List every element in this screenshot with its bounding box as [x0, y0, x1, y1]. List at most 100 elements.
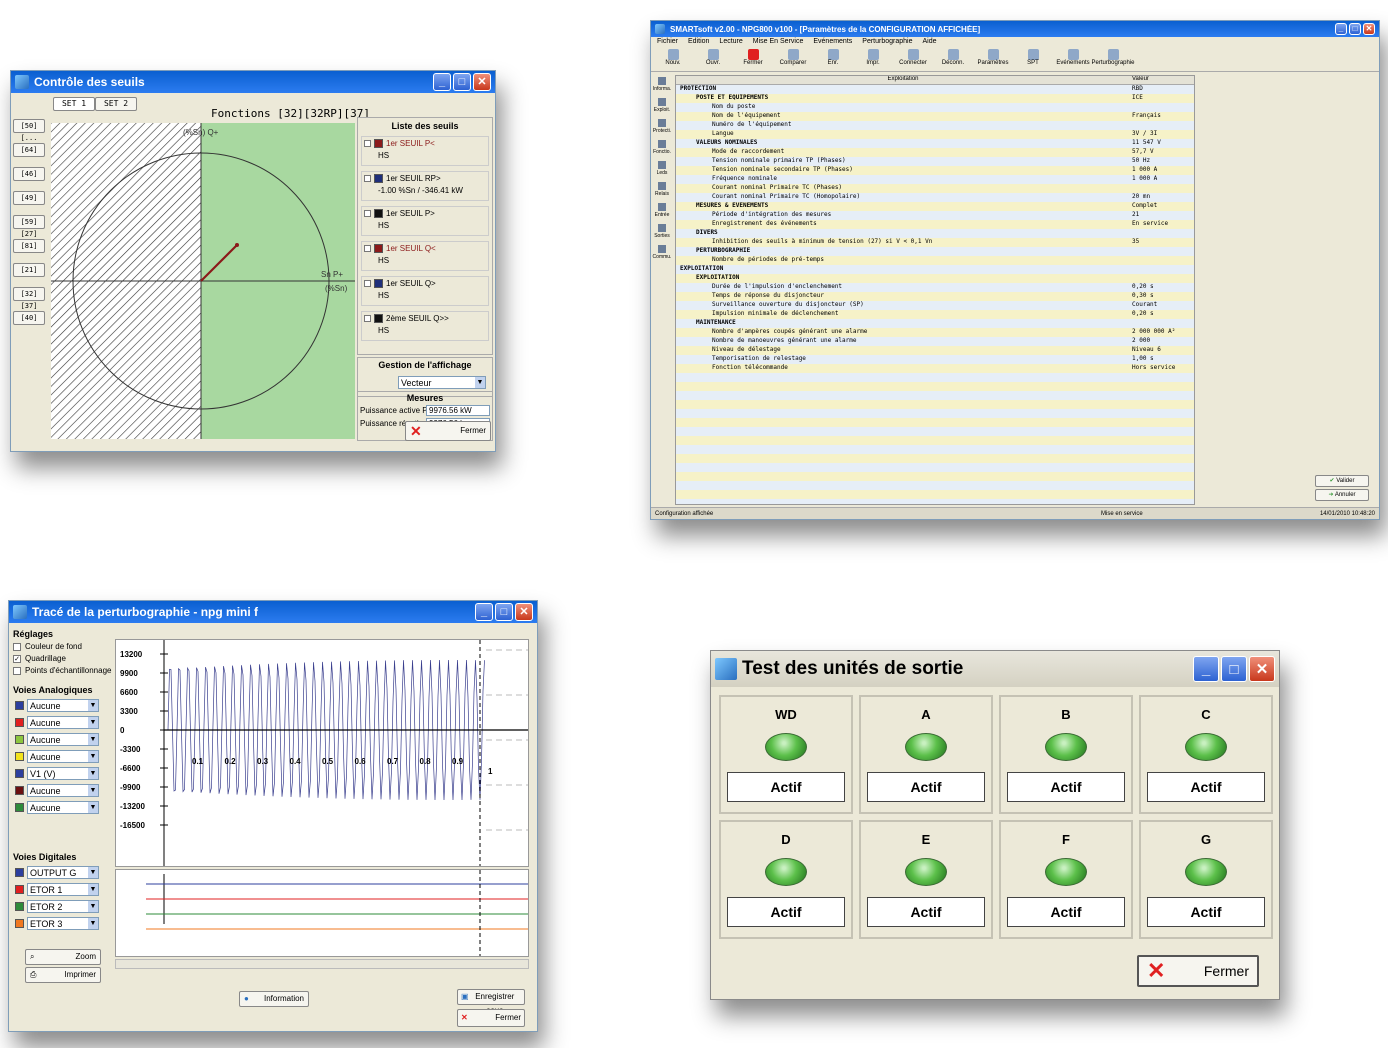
param-row[interactable]: Fréquence nominale 1 000 A — [676, 175, 1194, 184]
fermer-button[interactable]: ✕ Fermer — [457, 1009, 525, 1027]
toolbar-button[interactable]: Paramètres — [975, 49, 1011, 70]
reglage-option[interactable]: Couleur de fond — [13, 642, 113, 651]
param-row[interactable]: POSTE ET EQUIPEMENTS ICE — [676, 94, 1194, 103]
param-row[interactable]: Nombre de manoeuvres générant une alarme… — [676, 337, 1194, 346]
unit-state-button[interactable]: Actif — [1147, 772, 1265, 803]
toolbar-button[interactable]: Perturbographie — [1091, 49, 1135, 70]
threshold-item[interactable]: 1er SEUIL Q> HS — [361, 276, 489, 306]
param-row[interactable]: Numéro de l'équipement — [676, 121, 1194, 130]
zoom-button[interactable]: ⌕ Zoom — [25, 949, 101, 965]
param-row[interactable]: Nombre d'ampères coupés générant une ala… — [676, 328, 1194, 337]
side-button[interactable]: [40] — [13, 311, 45, 325]
param-row[interactable]: EXPLOITATION — [676, 265, 1194, 274]
side-button[interactable]: [59][27] — [13, 215, 45, 238]
side-button[interactable]: [81] — [13, 239, 45, 253]
checkbox[interactable] — [364, 210, 371, 217]
channel-select[interactable]: ETOR 1 ▼ — [27, 883, 99, 896]
toolbar-button[interactable]: Comparer — [775, 49, 811, 70]
maximize-button[interactable]: □ — [453, 73, 471, 91]
param-row[interactable]: MAINTENANCE — [676, 319, 1194, 328]
checkbox[interactable] — [364, 315, 371, 322]
maximize-button[interactable]: □ — [1349, 23, 1361, 35]
minimize-button[interactable]: _ — [1335, 23, 1347, 35]
enregistrer-button[interactable]: ▣ Enregistrer sous — [457, 989, 525, 1015]
checkbox[interactable] — [13, 642, 21, 651]
param-row[interactable]: Nom du poste — [676, 103, 1194, 112]
param-row[interactable]: Langue 3V / 3I — [676, 130, 1194, 139]
menu-item[interactable]: Fichier — [657, 38, 678, 47]
toolbar-button[interactable]: Connecter — [895, 49, 931, 70]
sidebar-item[interactable]: Fonctio. — [651, 140, 673, 155]
toolbar-button[interactable]: Déconn. — [935, 49, 971, 70]
side-button[interactable]: [49] — [13, 191, 45, 205]
channel-select[interactable]: Aucune ▼ — [27, 784, 99, 797]
toolbar-button[interactable]: Nouv. — [655, 49, 691, 70]
sidebar-item[interactable]: Informa. — [651, 77, 673, 92]
param-row[interactable]: Surveillance ouverture du disjoncteur (S… — [676, 301, 1194, 310]
tab-set2[interactable]: SET 2 — [95, 97, 137, 111]
channel-select[interactable]: OUTPUT G ▼ — [27, 866, 99, 879]
checkbox[interactable] — [364, 245, 371, 252]
sidebar-item[interactable]: Entrée — [651, 203, 673, 218]
seuils-close-button[interactable]: ✕ Fermer — [405, 421, 491, 441]
menu-item[interactable]: Edition — [688, 38, 709, 47]
checkbox[interactable] — [13, 666, 21, 675]
checkbox[interactable]: ✓ — [13, 654, 21, 663]
channel-select[interactable]: Aucune ▼ — [27, 801, 99, 814]
param-row[interactable]: PERTURBOGRAPHIE — [676, 247, 1194, 256]
unit-state-button[interactable]: Actif — [1007, 772, 1125, 803]
minimize-button[interactable]: _ — [475, 603, 493, 621]
threshold-item[interactable]: 1er SEUIL P< HS — [361, 136, 489, 166]
toolbar-button[interactable]: SPT — [1015, 49, 1051, 70]
unit-state-button[interactable]: Actif — [867, 772, 985, 803]
param-row[interactable]: Impulsion minimale de déclenchement 0,20 … — [676, 310, 1194, 319]
maximize-button[interactable]: □ — [495, 603, 513, 621]
unit-state-button[interactable]: Actif — [867, 897, 985, 928]
reglage-option[interactable]: ✓ Quadrillage — [13, 654, 113, 663]
tab-set1[interactable]: SET 1 — [53, 97, 95, 111]
channel-select[interactable]: Aucune ▼ — [27, 750, 99, 763]
close-window-button[interactable]: ✕ — [515, 603, 533, 621]
param-row[interactable]: VALEURS NOMINALES 11 547 V — [676, 139, 1194, 148]
param-row[interactable]: Période d'intégration des mesures 21 — [676, 211, 1194, 220]
param-row[interactable]: DIVERS — [676, 229, 1194, 238]
sidebar-item[interactable]: Protecti. — [651, 119, 673, 134]
side-button[interactable]: [46] — [13, 167, 45, 181]
threshold-item[interactable]: 1er SEUIL Q< HS — [361, 241, 489, 271]
information-button[interactable]: ● Information — [239, 991, 309, 1007]
param-row[interactable]: EXPLOITATION — [676, 274, 1194, 283]
param-row[interactable]: Durée de l'impulsion d'enclenchement 0,20… — [676, 283, 1194, 292]
param-row[interactable]: Mode de raccordement 57,7 V — [676, 148, 1194, 157]
sidebar-item[interactable]: Commu. — [651, 245, 673, 260]
menu-item[interactable]: Mise En Service — [753, 38, 804, 47]
unit-state-button[interactable]: Actif — [727, 772, 845, 803]
annuler-button[interactable]: ➜ Annuler — [1315, 489, 1369, 501]
valider-button[interactable]: ✔ Valider — [1315, 475, 1369, 487]
checkbox[interactable] — [364, 175, 371, 182]
param-row[interactable]: Inhibition des seuils à minimum de tensi… — [676, 238, 1194, 247]
sidebar-item[interactable]: Exploit. — [651, 98, 673, 113]
menu-item[interactable]: Aide — [922, 38, 936, 47]
menu-item[interactable]: Lecture — [719, 38, 742, 47]
param-row[interactable]: Nom de l'équipement Français — [676, 112, 1194, 121]
param-row[interactable]: PROTECTION RBD — [676, 85, 1194, 94]
threshold-item[interactable]: 1er SEUIL P> HS — [361, 206, 489, 236]
side-button[interactable]: [32][37] — [13, 287, 45, 310]
channel-select[interactable]: ETOR 3 ▼ — [27, 917, 99, 930]
param-row[interactable]: Courant nominal Primaire TC (Homopolaire… — [676, 193, 1194, 202]
param-row[interactable]: Courant nominal Primaire TC (Phases) — [676, 184, 1194, 193]
sidebar-item[interactable]: Leds — [651, 161, 673, 176]
gestion-select[interactable]: Vecteur ▼ — [398, 376, 486, 389]
checkbox[interactable] — [364, 140, 371, 147]
side-button[interactable]: [50][... — [13, 119, 45, 142]
sidebar-item[interactable]: Sorties — [651, 224, 673, 239]
channel-select[interactable]: Aucune ▼ — [27, 733, 99, 746]
side-button[interactable]: [64] — [13, 143, 45, 157]
maximize-button[interactable]: □ — [1221, 656, 1247, 682]
param-row[interactable]: Tension nominale primaire TP (Phases) 50 … — [676, 157, 1194, 166]
menu-item[interactable]: Perturbographie — [862, 38, 912, 47]
sidebar-item[interactable]: Relais — [651, 182, 673, 197]
h-scrollbar[interactable] — [115, 959, 529, 969]
menu-item[interactable]: Evénements — [813, 38, 852, 47]
param-row[interactable]: Nombre de périodes de pré-temps — [676, 256, 1194, 265]
